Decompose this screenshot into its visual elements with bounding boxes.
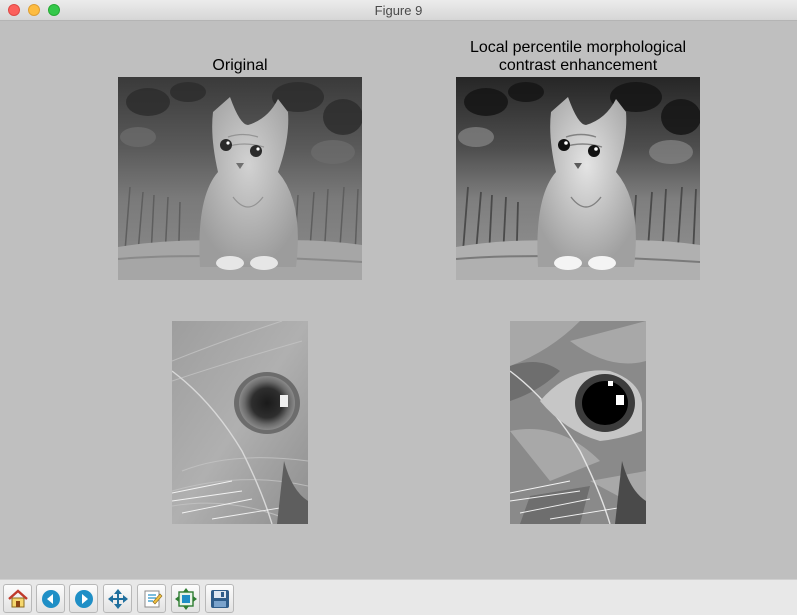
pan-button[interactable]: [103, 584, 132, 613]
forward-arrow-icon: [74, 589, 93, 608]
enhanced-eye-crop: [510, 321, 646, 524]
original-eye-crop: [172, 321, 308, 524]
zoom-rect-icon: [144, 590, 162, 607]
original-image: [118, 77, 362, 280]
back-arrow-icon: [41, 589, 60, 608]
title-bar[interactable]: Figure 9: [0, 0, 797, 21]
home-button[interactable]: [3, 584, 32, 613]
subplots-icon: [174, 587, 197, 610]
figure-canvas[interactable]: Original Local percentile morphological …: [0, 21, 797, 579]
zoom-button[interactable]: [137, 584, 166, 613]
navigation-toolbar: [0, 579, 797, 615]
save-disk-icon: [210, 589, 229, 608]
enhanced-title: Local percentile morphological contrast …: [469, 39, 687, 74]
home-icon: [7, 588, 28, 607]
forward-button[interactable]: [69, 584, 98, 613]
original-title: Original: [212, 57, 268, 74]
enhanced-image: [456, 77, 700, 280]
figure-window: Figure 9 Original Local percentile morph…: [0, 0, 797, 615]
back-button[interactable]: [36, 584, 65, 613]
configure-subplots-button[interactable]: [171, 584, 200, 613]
pan-move-icon: [107, 588, 128, 609]
window-title: Figure 9: [374, 3, 423, 18]
save-button[interactable]: [205, 584, 234, 613]
